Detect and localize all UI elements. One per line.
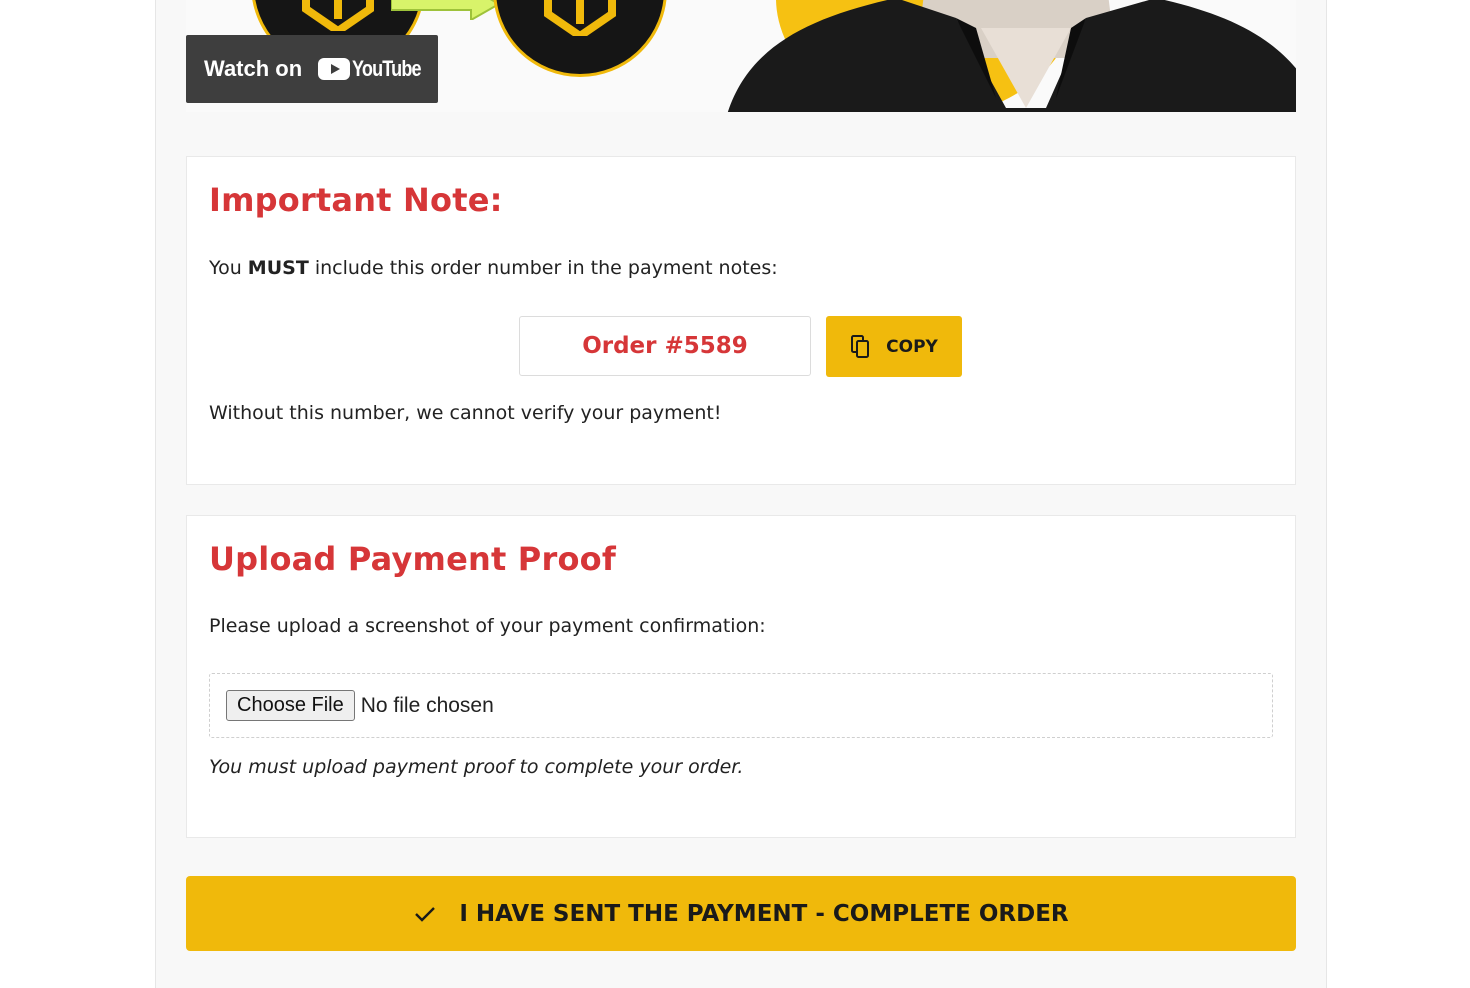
arrow-right-icon	[391, 0, 501, 20]
complete-order-button[interactable]: I HAVE SENT THE PAYMENT - COMPLETE ORDER	[186, 876, 1296, 951]
order-number-instruction: You MUST include this order number in th…	[209, 257, 778, 279]
file-upload-dropzone[interactable]: Choose File No file chosen	[209, 673, 1273, 738]
file-status: No file chosen	[360, 693, 494, 717]
copy-icon	[851, 334, 870, 358]
watch-on-youtube-button[interactable]: Watch on YouTube	[186, 35, 438, 103]
verification-warning: Without this number, we cannot verify yo…	[209, 402, 722, 424]
copy-label: COPY	[886, 336, 938, 357]
instruction-emphasis: MUST	[247, 257, 309, 279]
youtube-play-icon	[318, 58, 351, 80]
copy-order-button[interactable]: COPY	[826, 316, 962, 377]
upload-proof-title: Upload Payment Proof	[209, 540, 616, 578]
youtube-video-embed[interactable]: Watch on YouTube	[186, 0, 1296, 112]
instruction-suffix: include this order number in the payment…	[308, 257, 778, 279]
instruction-prefix: You	[209, 257, 248, 279]
upload-hint: You must upload payment proof to complet…	[209, 756, 744, 778]
complete-order-label: I HAVE SENT THE PAYMENT - COMPLETE ORDER	[459, 900, 1069, 927]
order-number-field[interactable]: Order #5589	[519, 316, 811, 376]
youtube-wordmark: YouTube	[352, 56, 422, 81]
important-note-card: Important Note: You MUST include this or…	[186, 156, 1296, 485]
watch-on-label: Watch on	[204, 56, 303, 81]
binance-coin-icon	[493, 0, 667, 77]
upload-instruction: Please upload a screenshot of your payme…	[209, 615, 766, 637]
important-note-title: Important Note:	[209, 181, 503, 219]
choose-file-button[interactable]: Choose File	[226, 690, 355, 721]
presenter-image	[727, 0, 1296, 112]
checkout-panel: Watch on YouTube Important Note: You MUS…	[155, 0, 1327, 988]
checkmark-icon	[415, 906, 436, 922]
upload-proof-card: Upload Payment Proof Please upload a scr…	[186, 515, 1296, 838]
